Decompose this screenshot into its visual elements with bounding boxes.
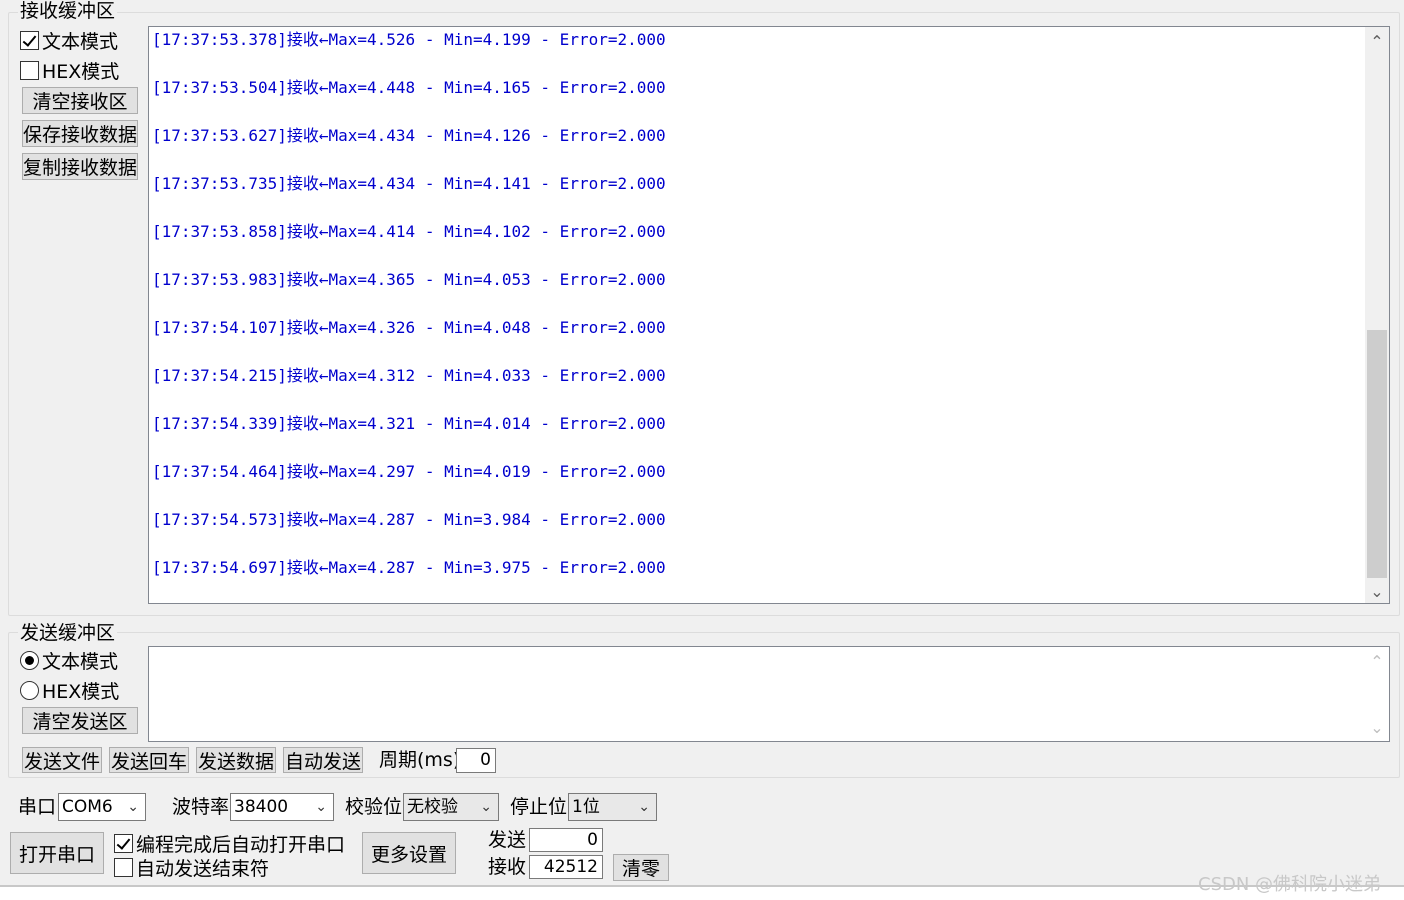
checkbox-box[interactable] bbox=[20, 30, 39, 50]
stop-bits-label: 停止位 bbox=[510, 796, 568, 818]
receive-line: [17:37:54.573]接收←Max=4.287 - Min=3.984 -… bbox=[152, 510, 666, 529]
tx-count-label: 发送 bbox=[488, 829, 527, 851]
receive-line: [17:37:53.983]接收←Max=4.365 - Min=4.053 -… bbox=[152, 270, 666, 289]
scroll-thumb[interactable] bbox=[1367, 330, 1387, 578]
serial-assistant-window: 接收缓冲区 文本模式 HEX模式 清空接收区 保存接收数据 复制接收数据 [17… bbox=[0, 0, 1404, 887]
auto-send-button[interactable]: 自动发送 bbox=[283, 747, 363, 773]
send-scrollbar[interactable]: ⌃ ⌄ bbox=[1365, 647, 1389, 741]
scroll-down-icon[interactable]: ⌄ bbox=[1365, 579, 1389, 603]
more-settings-button[interactable]: 更多设置 bbox=[362, 832, 456, 874]
receive-line: [17:37:54.339]接收←Max=4.321 - Min=4.014 -… bbox=[152, 414, 666, 433]
send-text-mode-radio[interactable]: 文本模式 bbox=[20, 648, 119, 673]
scroll-up-icon[interactable]: ⌃ bbox=[1365, 29, 1389, 53]
receive-line: [17:37:54.697]接收←Max=4.287 - Min=3.975 -… bbox=[152, 558, 666, 577]
parity-value: 无校验 bbox=[407, 797, 458, 817]
receive-hex-mode-checkbox[interactable]: HEX模式 bbox=[20, 58, 120, 83]
checkbox-box[interactable] bbox=[114, 857, 133, 877]
chevron-down-icon: ⌄ bbox=[638, 799, 650, 815]
open-port-button[interactable]: 打开串口 bbox=[10, 832, 104, 874]
receive-line: [17:37:53.627]接收←Max=4.434 - Min=4.126 -… bbox=[152, 126, 666, 145]
send-text-area[interactable]: ⌃ ⌄ bbox=[148, 646, 1390, 742]
chevron-down-icon: ⌄ bbox=[315, 799, 327, 815]
checkbox-box[interactable] bbox=[114, 833, 133, 853]
auto-send-end-label: 自动发送结束符 bbox=[136, 857, 270, 880]
rx-count-label: 接收 bbox=[488, 856, 527, 878]
chevron-down-icon: ⌄ bbox=[127, 799, 139, 815]
stop-bits-value: 1位 bbox=[572, 797, 600, 817]
receive-line: [17:37:54.107]接收←Max=4.326 - Min=4.048 -… bbox=[152, 318, 666, 337]
baud-label: 波特率 bbox=[172, 796, 230, 818]
send-text-mode-label: 文本模式 bbox=[42, 650, 119, 673]
receive-line: [17:37:54.464]接收←Max=4.297 - Min=4.019 -… bbox=[152, 462, 666, 481]
receive-line: [17:37:53.735]接收←Max=4.434 - Min=4.141 -… bbox=[152, 174, 666, 193]
port-value: COM6 bbox=[62, 797, 113, 817]
checkbox-box[interactable] bbox=[20, 60, 39, 80]
receive-line: [17:37:53.858]接收←Max=4.414 - Min=4.102 -… bbox=[152, 222, 666, 241]
window-bottom-border bbox=[0, 885, 1404, 887]
receive-hex-mode-label: HEX模式 bbox=[42, 60, 120, 83]
baud-select[interactable]: 38400 ⌄ bbox=[230, 793, 334, 821]
rx-count-field: 42512 bbox=[529, 855, 603, 879]
clear-send-button[interactable]: 清空发送区 bbox=[22, 707, 138, 734]
auto-open-label: 编程完成后自动打开串口 bbox=[136, 833, 346, 856]
receive-text-area[interactable]: [17:37:53.378]接收←Max=4.526 - Min=4.199 -… bbox=[148, 26, 1390, 604]
receive-lines: [17:37:53.378]接收←Max=4.526 - Min=4.199 -… bbox=[152, 27, 1362, 603]
radio-circle[interactable] bbox=[20, 680, 39, 700]
stop-bits-select[interactable]: 1位 ⌄ bbox=[568, 793, 657, 821]
send-hex-mode-label: HEX模式 bbox=[42, 680, 120, 703]
receive-text-mode-checkbox[interactable]: 文本模式 bbox=[20, 28, 119, 53]
tx-count-field: 0 bbox=[529, 828, 603, 852]
auto-open-checkbox[interactable]: 编程完成后自动打开串口 bbox=[114, 831, 346, 856]
receive-text-mode-label: 文本模式 bbox=[42, 30, 119, 53]
parity-label: 校验位 bbox=[345, 796, 403, 818]
auto-send-end-checkbox[interactable]: 自动发送结束符 bbox=[114, 855, 270, 880]
scroll-up-icon[interactable]: ⌃ bbox=[1365, 649, 1389, 673]
chevron-down-icon: ⌄ bbox=[480, 799, 492, 815]
port-select[interactable]: COM6 ⌄ bbox=[58, 793, 146, 821]
reset-count-button[interactable]: 清零 bbox=[613, 854, 669, 881]
receive-line: [17:37:53.504]接收←Max=4.448 - Min=4.165 -… bbox=[152, 78, 666, 97]
send-buffer-title: 发送缓冲区 bbox=[18, 622, 118, 644]
scroll-down-icon[interactable]: ⌄ bbox=[1365, 715, 1389, 739]
radio-circle[interactable] bbox=[20, 650, 39, 670]
send-file-button[interactable]: 发送文件 bbox=[22, 747, 102, 773]
save-receive-data-button[interactable]: 保存接收数据 bbox=[22, 120, 138, 147]
period-label: 周期(ms) bbox=[379, 749, 461, 771]
parity-select[interactable]: 无校验 ⌄ bbox=[403, 793, 499, 821]
receive-scrollbar[interactable]: ⌃ ⌄ bbox=[1365, 27, 1389, 603]
send-data-button[interactable]: 发送数据 bbox=[196, 747, 276, 773]
clear-receive-button[interactable]: 清空接收区 bbox=[22, 87, 138, 114]
receive-line: [17:37:54.215]接收←Max=4.312 - Min=4.033 -… bbox=[152, 366, 666, 385]
send-hex-mode-radio[interactable]: HEX模式 bbox=[20, 678, 120, 703]
receive-line: [17:37:53.378]接收←Max=4.526 - Min=4.199 -… bbox=[152, 30, 666, 49]
port-label: 串口 bbox=[18, 796, 57, 818]
baud-value: 38400 bbox=[234, 797, 289, 817]
copy-receive-data-button[interactable]: 复制接收数据 bbox=[22, 153, 138, 180]
watermark: CSDN @佛科院小迷弟 bbox=[1198, 874, 1382, 895]
send-enter-button[interactable]: 发送回车 bbox=[109, 747, 189, 773]
period-input[interactable]: 0 bbox=[456, 748, 496, 773]
receive-buffer-title: 接收缓冲区 bbox=[18, 0, 118, 22]
